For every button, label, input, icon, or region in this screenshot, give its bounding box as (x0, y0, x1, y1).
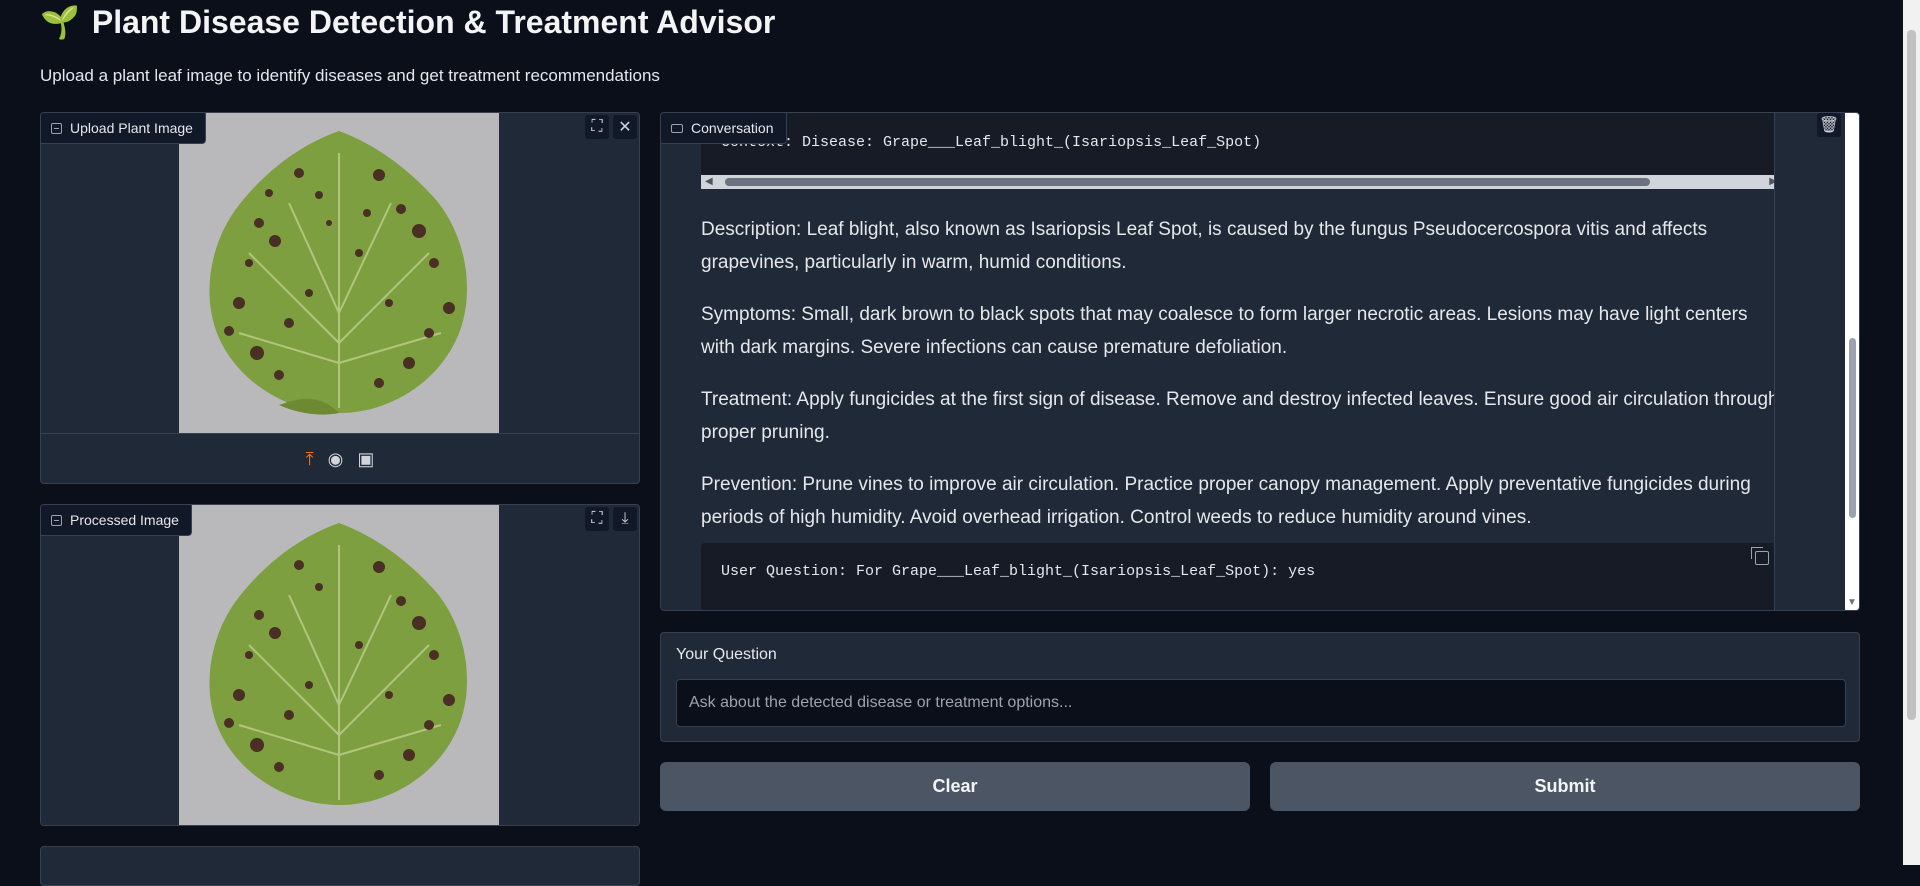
fullscreen-icon[interactable]: ⛶ (585, 115, 609, 139)
clipboard-icon[interactable]: ▣ (357, 449, 374, 470)
uploaded-leaf-image (179, 113, 499, 433)
trash-icon[interactable]: 🗑 (1817, 113, 1841, 137)
bottom-left-panel (40, 846, 640, 886)
processed-image-area (41, 505, 639, 825)
treatment-text: Treatment: Apply fungicides at the first… (701, 389, 1779, 443)
clear-button[interactable]: Clear (660, 762, 1250, 811)
page-scrollbar[interactable] (1903, 0, 1920, 865)
upload-image-panel[interactable]: Upload Plant Image ⛶ ✕ ⤒ ◉ ▣ (40, 112, 640, 484)
fullscreen-icon[interactable]: ⛶ (585, 507, 609, 531)
prevention-text: Prevention: Prune vines to improve air c… (701, 474, 1751, 528)
code-horizontal-scrollbar[interactable]: ◀ ▶ (701, 175, 1781, 189)
sprout-icon: 🌱 (40, 4, 80, 40)
close-icon[interactable]: ✕ (613, 115, 637, 139)
upload-image-tools: ⛶ ✕ (585, 115, 637, 139)
scroll-down-icon[interactable]: ▼ (1847, 597, 1857, 608)
upload-icon[interactable]: ⤒ (306, 449, 314, 470)
upload-image-area[interactable] (41, 113, 639, 433)
chat-icon (671, 123, 683, 133)
user-question-code-block: User Question: For Grape___Leaf_blight_(… (701, 543, 1781, 610)
symptoms-text: Symptoms: Small, dark brown to black spo… (701, 304, 1748, 358)
conversation-panel: Conversation Context: Disease: Grape___L… (660, 112, 1860, 611)
page-subtitle: Upload a plant leaf image to identify di… (40, 66, 660, 85)
image-icon (51, 122, 62, 134)
image-source-bar: ⤒ ◉ ▣ (41, 433, 639, 483)
webcam-icon[interactable]: ◉ (328, 449, 344, 470)
context-line: Context: Disease: Grape___Leaf_blight_(I… (721, 134, 1262, 151)
context-code-block: Context: Disease: Grape___Leaf_blight_(I… (701, 113, 1781, 175)
description-text: Description: Leaf blight, also known as … (701, 219, 1708, 273)
processed-leaf-image (179, 505, 499, 825)
code-scrollbar-thumb[interactable] (725, 178, 1650, 186)
submit-button[interactable]: Submit (1270, 762, 1860, 811)
question-input[interactable] (676, 679, 1846, 727)
scroll-left-icon[interactable]: ◀ (705, 176, 713, 187)
copy-icon[interactable] (1751, 547, 1769, 565)
conversation-vertical-scrollbar[interactable]: ▼ (1845, 113, 1859, 610)
conversation-scrollbar-thumb[interactable] (1849, 338, 1856, 518)
processed-image-label: Processed Image (41, 505, 192, 536)
conversation-messages[interactable]: Context: Disease: Grape___Leaf_blight_(I… (661, 113, 1786, 610)
question-panel: Your Question (660, 632, 1860, 742)
conversation-label: Conversation (661, 113, 787, 144)
processed-image-panel: Processed Image ⛶ ⤓ (40, 504, 640, 826)
question-label: Your Question (676, 646, 777, 663)
page-title: Plant Disease Detection & Treatment Advi… (91, 3, 776, 40)
page-scrollbar-thumb[interactable] (1907, 30, 1916, 720)
image-icon (51, 514, 62, 526)
conversation-gutter (1774, 113, 1845, 610)
processed-image-tools: ⛶ ⤓ (585, 507, 637, 531)
upload-image-label: Upload Plant Image (41, 113, 206, 144)
app-header: 🌱 Plant Disease Detection & Treatment Ad… (40, 2, 775, 42)
download-icon[interactable]: ⤓ (613, 507, 637, 531)
user-question-line: User Question: For Grape___Leaf_blight_(… (721, 563, 1316, 580)
